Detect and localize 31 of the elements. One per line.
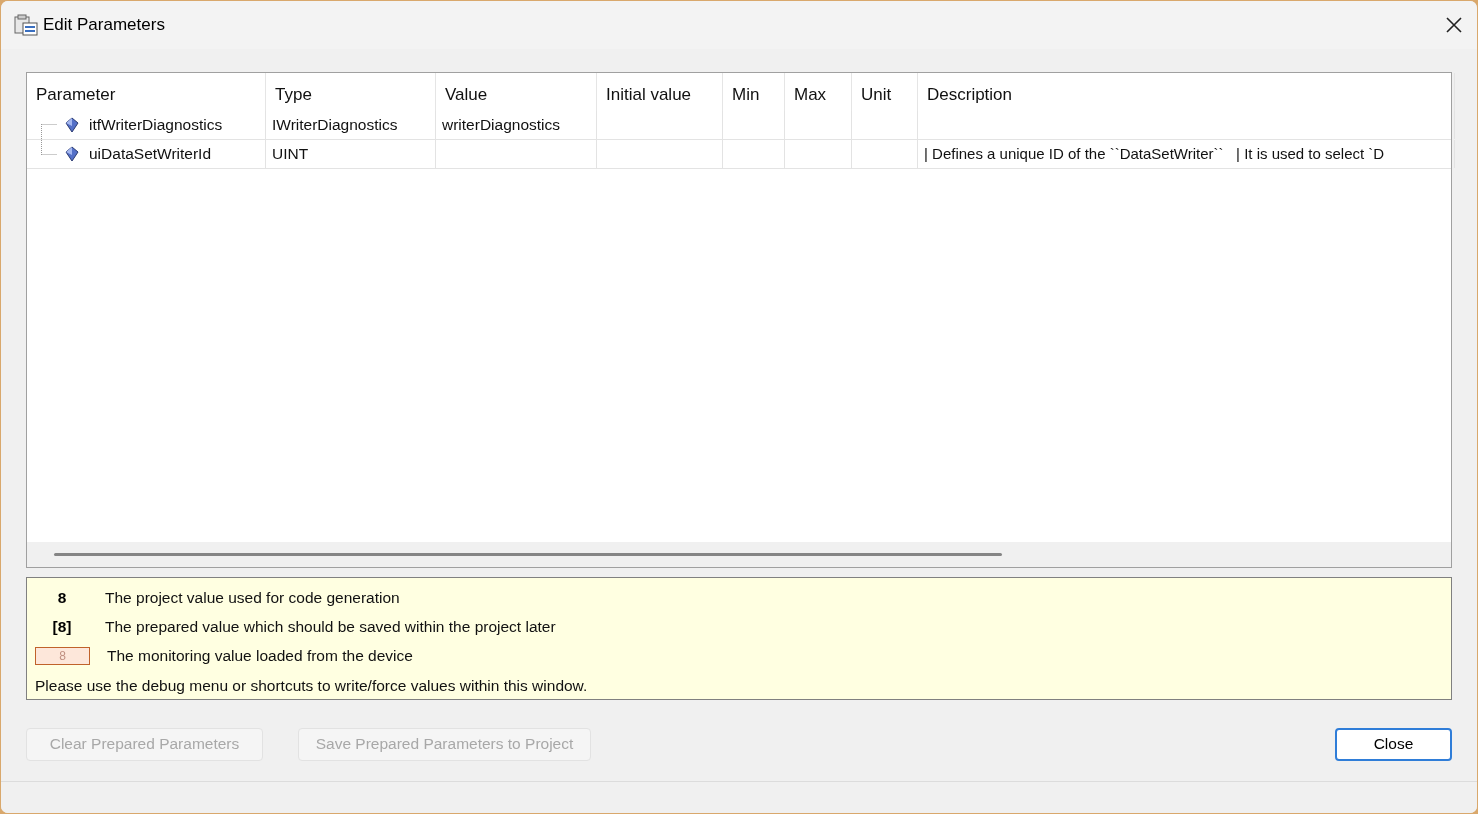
variable-icon (65, 117, 79, 133)
column-header[interactable]: Value (445, 85, 488, 104)
table-cell-text: writerDiagnostics (442, 115, 560, 136)
tree-line-icon (41, 140, 57, 155)
hint-text: Please use the debug menu or shortcuts to write/force values within this window. (35, 676, 589, 696)
column-header[interactable]: Type (275, 85, 312, 104)
prepared-value-sample: [8] (51, 616, 73, 637)
column-header[interactable]: Description (927, 85, 1013, 104)
table-cell-text: UINT (272, 144, 309, 165)
parameter-name: itfWriterDiagnostics (89, 115, 223, 136)
legend-text: The prepared value which should be saved within the project later (105, 616, 556, 637)
tree-line-icon (41, 124, 57, 139)
variable-icon (65, 146, 79, 162)
project-value-sample: 8 (56, 587, 68, 608)
table-cell-text: IWriterDiagnostics (272, 115, 398, 136)
column-header[interactable]: Max (794, 85, 827, 104)
legend-text: The monitoring value loaded from the device (107, 645, 413, 666)
parameters-window-icon (14, 14, 38, 36)
column-header[interactable]: Initial value (606, 85, 692, 104)
window-title: Edit Parameters (43, 14, 165, 37)
horizontal-scrollbar[interactable] (27, 542, 1451, 567)
table-cell-text: | Defines a unique ID of the ``DataSetWriter`` | It is used to select `D (924, 143, 1385, 164)
parameter-name: uiDataSetWriterId (89, 144, 212, 165)
close-icon[interactable] (1445, 16, 1463, 34)
column-header[interactable]: Unit (861, 85, 892, 104)
scrollbar-thumb[interactable] (54, 553, 1002, 556)
close-button[interactable]: Close (1335, 727, 1452, 761)
column-header[interactable]: Min (732, 85, 760, 104)
legend-text: The project value used for code generation (105, 587, 400, 608)
column-header[interactable]: Parameter (36, 85, 116, 104)
monitoring-value-sample: 8 (35, 646, 90, 665)
